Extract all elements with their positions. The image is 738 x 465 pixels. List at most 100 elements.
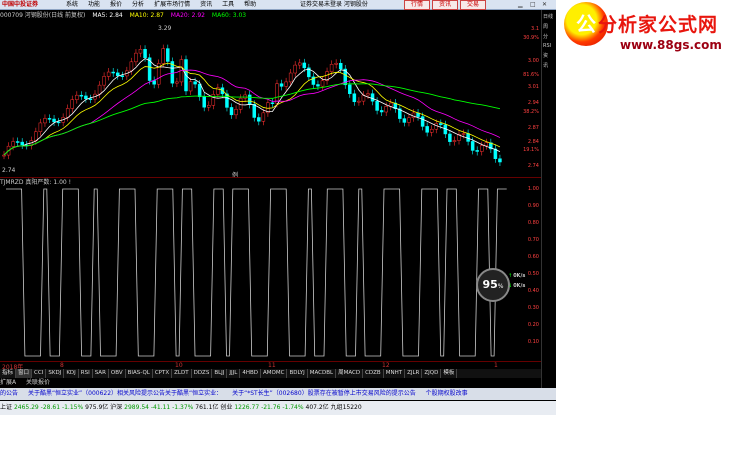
ticker-item[interactable]: 关于“*ST长生”（002680）股票存在被暂停上市交易风险的提示公告	[232, 390, 416, 397]
ticker-item[interactable]: 个股期权股改事	[426, 390, 468, 397]
candle-body	[420, 116, 425, 127]
candlestick-chart[interactable]: 3.29 2.74	[0, 22, 515, 177]
sidebar-item[interactable]: RSI	[543, 43, 556, 49]
menu-function[interactable]: 功能	[88, 0, 100, 9]
trade-button[interactable]: 交易	[460, 0, 486, 10]
tab-mnht[interactable]: MNHT	[384, 369, 406, 378]
axis-label: 0.10	[527, 339, 539, 345]
tab-extended-a[interactable]: 扩展A	[0, 379, 16, 386]
candle-body	[129, 61, 134, 72]
low-price-mark: 2.74	[2, 167, 16, 174]
tab-cci[interactable]: CCI	[32, 369, 47, 378]
candle-body	[43, 118, 47, 124]
candle-body	[97, 84, 102, 95]
tab-weekly-macd[interactable]: 周MACD	[336, 369, 364, 378]
cy-label[interactable]: 创业	[220, 404, 232, 411]
candle-body	[475, 150, 479, 152]
tab-indicator[interactable]: 指标	[0, 369, 17, 378]
tab-bdlyj[interactable]: BDLYJ	[287, 369, 308, 378]
indicator-chart[interactable]	[0, 186, 515, 361]
candle-body	[161, 48, 165, 64]
axis-label: 0.90	[527, 203, 539, 209]
tab-zjqd[interactable]: ZJQD	[422, 369, 442, 378]
candle-body	[229, 107, 234, 116]
candle-body	[116, 72, 120, 76]
tab-zjlr[interactable]: ZJLR	[405, 369, 423, 378]
candles	[2, 44, 502, 167]
ticker-item[interactable]: 关于酷黑“恒立实业”（000622）相关风险提示公告关于酷黑“恒立实业：	[28, 390, 222, 397]
axis-label: 2.84	[527, 139, 539, 145]
main-menu: 系统 功能 报价 分析 扩展市场行情 资讯 工具 帮助	[66, 0, 266, 9]
cy-change: -21.76	[261, 404, 281, 411]
candle-body	[338, 62, 343, 70]
candle-body	[357, 100, 361, 103]
quote-button[interactable]: 行情	[404, 0, 430, 10]
candle-body	[334, 62, 338, 65]
minimize-icon[interactable]: ▁	[518, 0, 523, 9]
candle-body	[207, 105, 211, 108]
download-speed: 0K/s	[513, 283, 526, 289]
menu-analysis[interactable]: 分析	[132, 0, 144, 9]
candle-body	[284, 81, 288, 87]
tab-skdj[interactable]: SKDJ	[46, 369, 65, 378]
axis-label: 0.40	[527, 288, 539, 294]
cy-percent: -1.74%	[282, 404, 304, 411]
sz-label[interactable]: 沪深	[110, 404, 122, 411]
candle-body	[261, 112, 266, 122]
indicator-tabs: 指标 窗口 CCI SKDJ KDJ RSI SAR OBV BIAS-QL C…	[0, 369, 541, 378]
sidebar-item[interactable]: 讯	[543, 62, 556, 69]
candle-body	[2, 154, 6, 157]
candle-body	[348, 84, 352, 94]
tab-amomc[interactable]: AMOMC	[261, 369, 288, 378]
axis-label: 0.80	[527, 220, 539, 226]
tab-4hbd[interactable]: 4HBD	[240, 369, 261, 378]
cpu-gauge[interactable]: 95%	[476, 268, 510, 302]
close-icon[interactable]: ✕	[542, 0, 547, 9]
axis-label: 2.94	[527, 100, 539, 106]
tab-sar[interactable]: SAR	[93, 369, 109, 378]
candle-body	[302, 62, 307, 69]
tab-related-quotes[interactable]: 关联报价	[26, 379, 50, 386]
ma10-value: MA10: 2.87	[129, 12, 164, 19]
tab-cdzb[interactable]: CDZB	[363, 369, 384, 378]
candle-body	[166, 48, 170, 62]
candle-body	[293, 64, 297, 74]
candle-body	[84, 95, 88, 100]
server-status[interactable]: 九组15220	[331, 404, 362, 411]
candle-body	[370, 93, 375, 102]
maximize-icon[interactable]: □	[530, 0, 536, 9]
tab-cptx[interactable]: CPTX	[153, 369, 173, 378]
tab-ddzs[interactable]: DDZS	[192, 369, 213, 378]
tab-jjjl[interactable]: JJJL	[227, 369, 241, 378]
tab-rsi[interactable]: RSI	[79, 369, 93, 378]
tab-bljj[interactable]: BLJJ	[212, 369, 228, 378]
menu-system[interactable]: 系统	[66, 0, 78, 9]
candle-body	[448, 133, 452, 142]
menu-quote[interactable]: 报价	[110, 0, 122, 9]
menu-extended-market[interactable]: 扩展市场行情	[154, 0, 190, 9]
tab-zldt[interactable]: ZLDT	[172, 369, 192, 378]
candle-body	[320, 80, 325, 87]
tab-macdbl[interactable]: MACDBL	[308, 369, 337, 378]
axis-label: 38.2%	[523, 109, 539, 115]
menu-help[interactable]: 帮助	[244, 0, 256, 9]
tab-window[interactable]: 窗口	[16, 369, 33, 378]
tab-bias-ql[interactable]: BIAS-QL	[126, 369, 153, 378]
ticker-item[interactable]: 的公告	[0, 390, 18, 397]
news-button[interactable]: 资讯	[432, 0, 458, 10]
menu-tools[interactable]: 工具	[222, 0, 234, 9]
sidebar-item[interactable]: 日线	[543, 13, 556, 20]
sh-label[interactable]: 上证	[0, 404, 12, 411]
tab-obv[interactable]: OBV	[109, 369, 126, 378]
tab-template[interactable]: 模板	[441, 369, 458, 378]
news-ticker: 的公告 关于酷黑“恒立实业”（000622）相关风险提示公告关于酷黑“恒立实业：…	[0, 388, 556, 400]
candle-body	[243, 94, 247, 99]
sidebar-item[interactable]: 资	[543, 52, 556, 59]
candle-body	[193, 81, 197, 85]
sidebar-item[interactable]: 周	[543, 23, 556, 30]
sidebar-item[interactable]: 分	[543, 33, 556, 40]
tab-kdj[interactable]: KDJ	[64, 369, 79, 378]
menu-news[interactable]: 资讯	[200, 0, 212, 9]
price-axis: 3.1 30.9% 3.00 81.6% 3.01 2.94 38.2% 2.8…	[515, 22, 541, 177]
candle-body	[111, 71, 115, 74]
